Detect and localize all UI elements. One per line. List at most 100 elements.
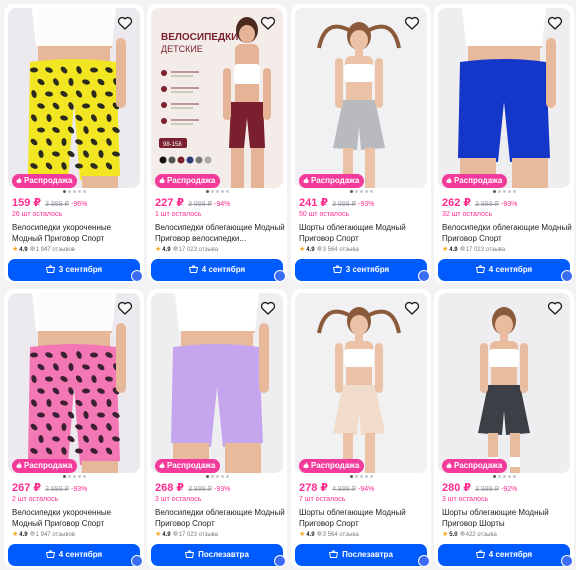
product-card[interactable]: Распродажа 267 ₽3 999 ₽ -93% 2 шт осталось В… — [4, 289, 144, 568]
product-card[interactable]: Распродажа 262 ₽3 999 ₽ -93% 32 шт осталось… — [434, 4, 574, 283]
product-image[interactable] — [438, 8, 570, 188]
reviews-icon — [459, 246, 465, 251]
hand-cursor-icon — [561, 270, 573, 282]
product-card[interactable]: Распродажа 278 ₽4 999 ₽ -94% 7 шт осталось Ш… — [291, 289, 431, 568]
pager-dot — [349, 475, 353, 478]
price: 262 ₽ — [442, 197, 472, 209]
add-to-cart-button[interactable]: 4 сентября — [438, 544, 570, 566]
reviews-count: 1 947 отзывов — [35, 247, 75, 253]
image-pager-dots[interactable] — [4, 190, 144, 193]
sale-badge-label: Распродажа — [454, 176, 503, 185]
hand-cursor-icon — [131, 270, 143, 282]
basket-icon — [475, 545, 485, 558]
stock-left: 32 шт осталось — [442, 211, 493, 218]
add-to-cart-button[interactable]: 4 сентября — [151, 259, 283, 281]
reviews-icon — [459, 531, 465, 536]
pager-dot — [77, 190, 81, 193]
favorite-heart-icon[interactable] — [546, 14, 564, 32]
product-title[interactable]: Шорты облегающие Модный Приговор Спорт — [299, 222, 429, 244]
add-to-cart-button[interactable]: 3 сентября — [295, 259, 427, 281]
product-card[interactable]: Распродажа 159 ₽3 999 ₽ -96% 26 шт осталось… — [4, 4, 144, 283]
pager-dot — [220, 475, 224, 478]
price: 227 ₽ — [155, 197, 185, 209]
pager-dot — [359, 475, 363, 478]
product-image[interactable] — [295, 8, 427, 188]
price-row: 278 ₽4 999 ₽ -94% — [299, 481, 427, 494]
pager-dot — [215, 475, 219, 478]
image-pager-dots[interactable] — [291, 190, 431, 193]
star-icon: ★ — [155, 531, 162, 538]
product-title[interactable]: Велосипедки облегающие Модный Приговор С… — [155, 507, 285, 529]
image-pager-dots[interactable] — [434, 190, 574, 193]
rating-row[interactable]: ★4.9 1 947 отзывов — [12, 530, 75, 538]
product-title[interactable]: Велосипедки укороченные Модный Приговор … — [12, 222, 142, 244]
reviews-count: 17 023 отзыва — [178, 532, 219, 538]
product-image[interactable] — [151, 293, 283, 473]
pager-dot — [364, 475, 368, 478]
favorite-heart-icon[interactable] — [259, 299, 277, 317]
add-to-cart-button[interactable]: 4 сентября — [438, 259, 570, 281]
favorite-heart-icon[interactable] — [259, 14, 277, 32]
rating-row[interactable]: ★4.9 3 564 отзыва — [299, 530, 359, 538]
add-to-cart-button[interactable]: Послезавтра — [295, 544, 427, 566]
pager-dot — [62, 190, 66, 193]
sale-badge-label: Распродажа — [24, 176, 73, 185]
product-card[interactable]: Распродажа 268 ₽3 999 ₽ -93% 3 шт осталось В… — [147, 289, 287, 568]
image-pager-dots[interactable] — [4, 475, 144, 478]
favorite-heart-icon[interactable] — [403, 14, 421, 32]
product-title[interactable]: Велосипедки облегающие Модный Приговор С… — [442, 222, 572, 244]
pager-dot — [225, 475, 229, 478]
basket-icon — [184, 545, 195, 558]
product-title[interactable]: Шорты облегающие Модный Приговор Шорты — [442, 507, 572, 529]
flame-icon — [159, 460, 165, 469]
rating-value: 4.9 — [19, 532, 28, 538]
favorite-heart-icon[interactable] — [116, 14, 134, 32]
product-image[interactable] — [8, 8, 140, 188]
flame-icon — [446, 175, 452, 184]
product-image[interactable] — [295, 293, 427, 473]
sale-badge: Распродажа — [299, 459, 365, 473]
hand-cursor-icon — [274, 270, 286, 282]
rating-row[interactable]: ★4.9 3 564 отзыва — [299, 245, 359, 253]
product-card[interactable]: ВЕЛОСИПЕДКИ ДЕТСКИЕ 98-158 Распродажа 227 ₽3… — [147, 4, 287, 283]
reviews-count: 3 564 отзыва — [322, 532, 359, 538]
basket-icon — [332, 260, 342, 273]
product-title[interactable]: Шорты облегающие Модный Приговор Спорт — [299, 507, 429, 529]
rating-value: 4.9 — [449, 247, 458, 253]
product-image[interactable] — [438, 293, 570, 473]
product-title[interactable]: Велосипедки укороченные Модный Приговор … — [12, 507, 142, 529]
discount: -94% — [214, 201, 231, 208]
old-price: 3 999 ₽ — [188, 201, 212, 208]
image-pager-dots[interactable] — [147, 475, 287, 478]
rating-row[interactable]: ★4.9 17 023 отзыва — [442, 245, 505, 253]
product-image[interactable] — [8, 293, 140, 473]
pager-dot — [62, 475, 66, 478]
add-to-cart-button[interactable]: 3 сентября — [8, 259, 140, 281]
favorite-heart-icon[interactable] — [403, 299, 421, 317]
product-card[interactable]: Распродажа 241 ₽3 999 ₽ -93% 50 шт осталось… — [291, 4, 431, 283]
rating-row[interactable]: ★4.9 17 023 отзыва — [155, 245, 218, 253]
product-card[interactable]: Распродажа 280 ₽3 999 ₽ -92% 3 шт осталось Ш… — [434, 289, 574, 568]
pager-dot — [492, 475, 496, 478]
favorite-heart-icon[interactable] — [546, 299, 564, 317]
stock-left: 2 шт осталось — [12, 496, 59, 503]
image-pager-dots[interactable] — [147, 190, 287, 193]
pager-dot — [67, 190, 71, 193]
image-pager-dots[interactable] — [291, 475, 431, 478]
add-to-cart-button[interactable]: Послезавтра — [151, 544, 283, 566]
rating-row[interactable]: ★5.0 422 отзыва — [442, 530, 497, 538]
rating-value: 5.0 — [449, 532, 458, 538]
rating-row[interactable]: ★4.9 1 947 отзывов — [12, 245, 75, 253]
product-title[interactable]: Велосипедки облегающие Модный Приговор в… — [155, 222, 285, 244]
pager-dot — [220, 190, 224, 193]
pager-dot — [67, 475, 71, 478]
price-row: 159 ₽3 999 ₽ -96% — [12, 196, 140, 209]
stock-left: 3 шт осталось — [442, 496, 489, 503]
basket-icon — [45, 545, 55, 558]
add-to-cart-button[interactable]: 4 сентября — [8, 544, 140, 566]
rating-row[interactable]: ★4.9 17 023 отзыва — [155, 530, 218, 538]
product-image[interactable]: ВЕЛОСИПЕДКИ ДЕТСКИЕ 98-158 — [151, 8, 283, 188]
favorite-heart-icon[interactable] — [116, 299, 134, 317]
pager-dot — [349, 190, 353, 193]
image-pager-dots[interactable] — [434, 475, 574, 478]
